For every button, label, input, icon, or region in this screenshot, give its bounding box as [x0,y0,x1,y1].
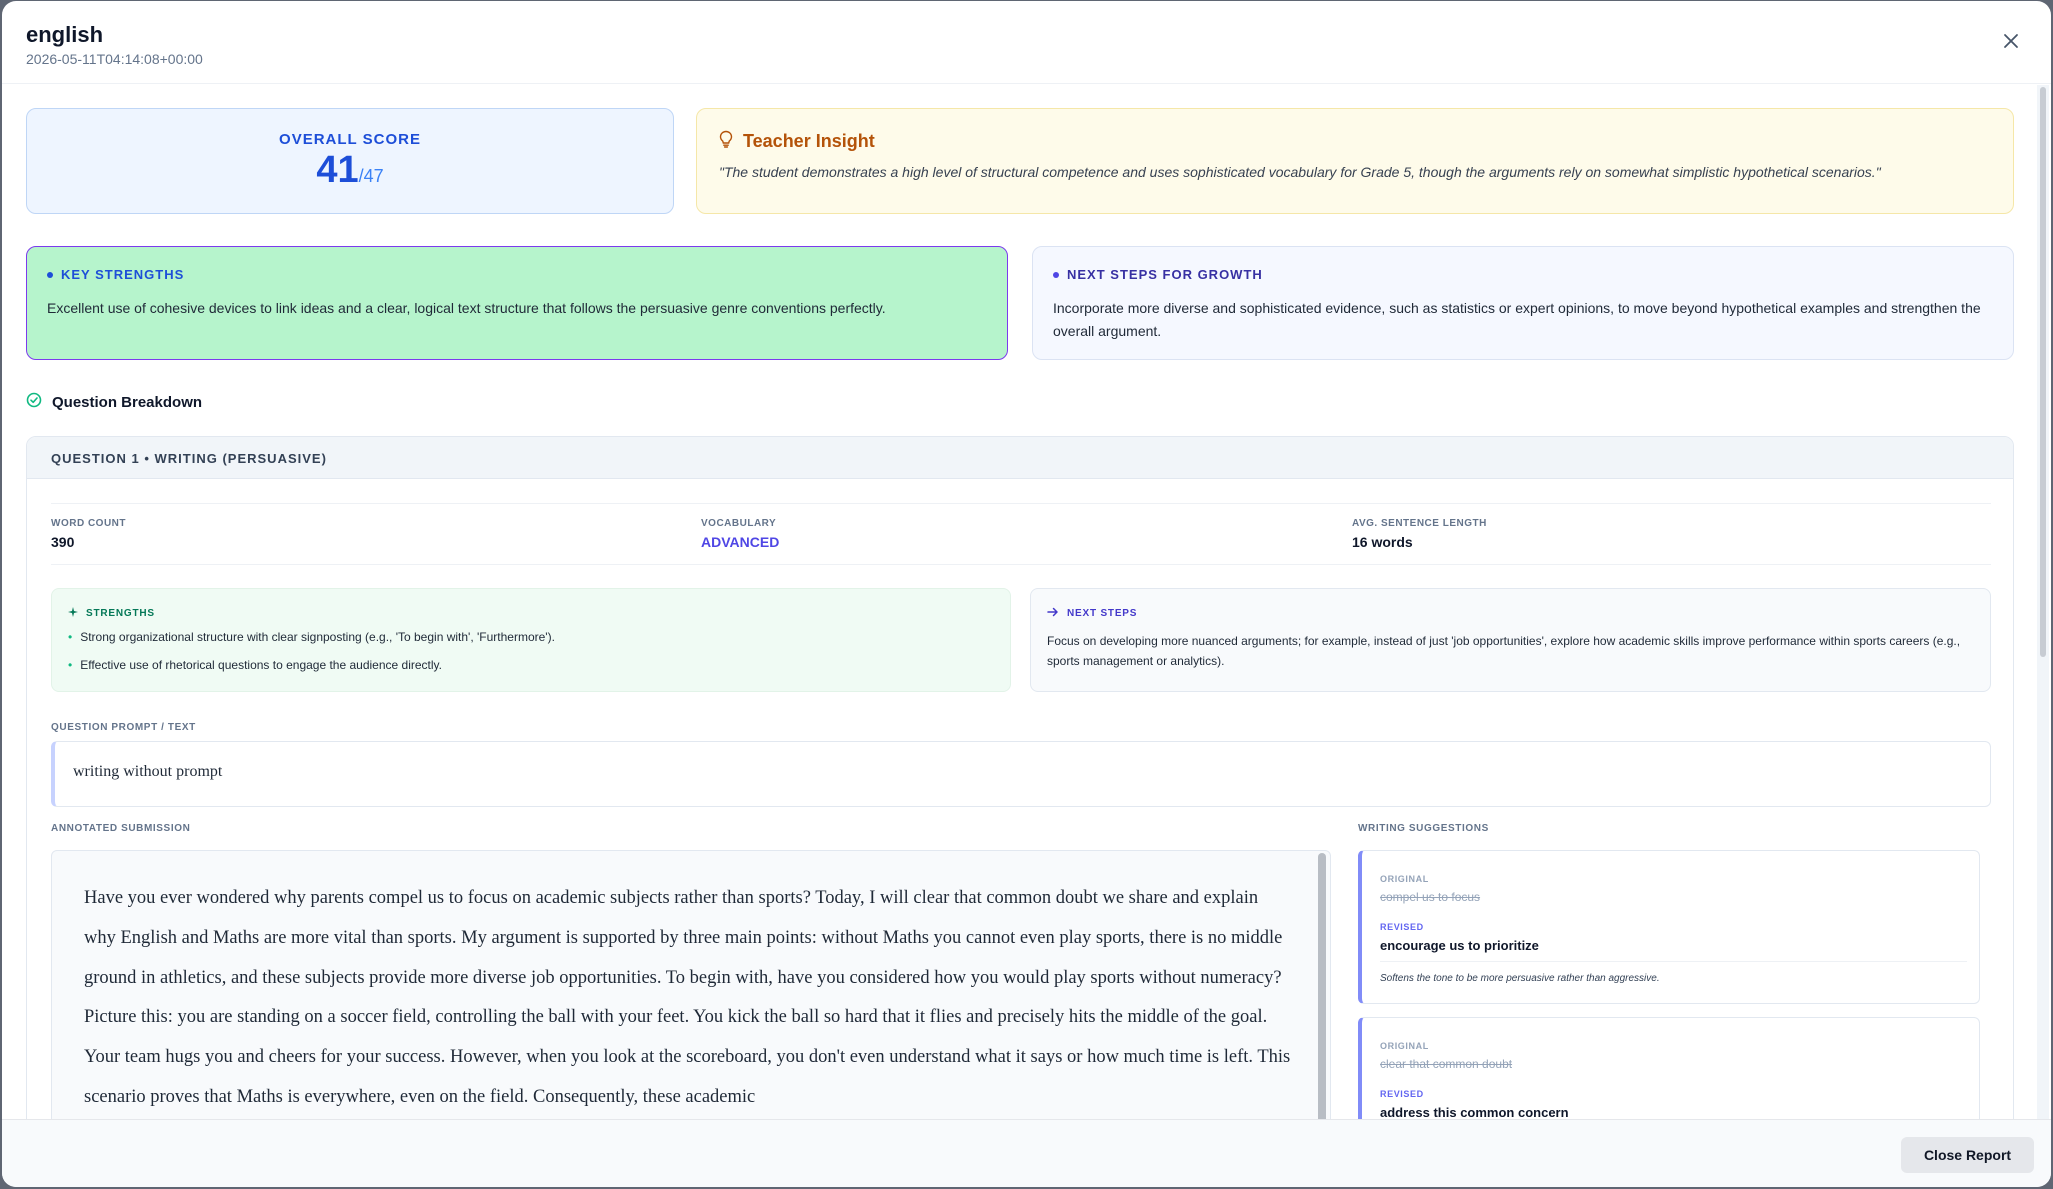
strength-text: Effective use of rhetorical questions to… [80,658,442,672]
growth-header: NEXT STEPS FOR GROWTH [1053,267,1263,282]
teacher-insight-quote: "The student demonstrates a high level o… [719,164,1881,180]
modal-header: english 2026-05-11T04:14:08+00:00 [2,1,2051,84]
annotated-submission[interactable]: Have you ever wondered why parents compe… [51,850,1331,1119]
list-item: • Effective use of rhetorical questions t… [68,658,442,672]
bullet-dot-icon: • [68,658,73,672]
scrollbar-thumb[interactable] [2040,87,2046,657]
overall-score-card: OVERALL SCORE 41/47 [26,108,674,214]
key-strengths-label: KEY STRENGTHS [61,267,185,282]
question-next-steps-text: Focus on developing more nuanced argumen… [1047,634,1961,668]
question-strengths-label: STRENGTHS [86,608,155,619]
prompt-label: QUESTION PROMPT / TEXT [51,722,196,733]
key-strengths-text: Excellent use of cohesive devices to lin… [47,300,886,316]
stat-value: 16 words [1352,534,1413,550]
key-strengths-card[interactable]: KEY STRENGTHS Excellent use of cohesive … [26,246,1008,360]
revised-text: encourage us to prioritize [1380,938,1539,953]
arrow-right-icon [1047,607,1059,620]
modal-title: english [26,22,104,47]
teacher-insight-card: Teacher Insight "The student demonstrate… [696,108,2014,214]
stat-value: 390 [51,534,75,550]
suggestion-card: ORIGINAL compel us to focus REVISED enco… [1358,850,1980,1004]
question-next-steps-panel: NEXT STEPS Focus on developing more nuan… [1030,588,1991,692]
key-strengths-header: KEY STRENGTHS [47,267,184,282]
score-total: /47 [358,166,384,186]
close-report-button[interactable]: Close Report [1901,1137,2034,1173]
stat-label: WORD COUNT [51,518,126,529]
next-steps-growth-card: NEXT STEPS FOR GROWTH Incorporate more d… [1032,246,2014,360]
lightbulb-icon [719,130,733,153]
teacher-insight-header: Teacher Insight [719,130,875,153]
sentence-length-stat: AVG. SENTENCE LENGTH 16 words [1352,518,1487,550]
strength-text: Strong organizational structure with cle… [80,630,555,644]
revised-text: address this common concern [1380,1105,1569,1119]
suggestion-card: ORIGINAL clear that common doubt REVISED… [1358,1017,1980,1119]
submission-scrollbar[interactable] [1318,853,1326,1119]
bullet-dot-icon [47,271,53,278]
revised-label: REVISED [1380,922,1424,932]
bullet-dot-icon: • [68,630,73,644]
vocabulary-stat: VOCABULARY ADVANCED [701,518,779,550]
revised-label: REVISED [1380,1089,1424,1099]
bullet-dot-icon [1053,271,1059,278]
growth-text: Incorporate more diverse and sophisticat… [1053,300,1981,339]
overall-score-value: 41/47 [27,150,673,198]
report-modal: english 2026-05-11T04:14:08+00:00 OVERAL… [2,1,2051,1187]
question-header: QUESTION 1 • WRITING (PERSUASIVE) [27,437,2013,479]
prompt-text: writing without prompt [51,741,1991,807]
question-breakdown-heading: Question Breakdown [26,392,202,412]
question-strengths-header: STRENGTHS [68,607,155,620]
stat-value: ADVANCED [701,534,780,550]
close-icon[interactable] [2001,31,2021,51]
stat-label: VOCABULARY [701,518,777,529]
modal-timestamp: 2026-05-11T04:14:08+00:00 [26,51,203,67]
teacher-insight-title: Teacher Insight [743,131,875,151]
question-strengths-panel: STRENGTHS • Strong organizational structu… [51,588,1011,692]
check-circle-icon [26,392,42,412]
divider [1380,961,1967,962]
modal-footer: Close Report [2,1119,2051,1187]
submission-text: Have you ever wondered why parents compe… [84,888,1291,1107]
question-stats: WORD COUNT 390 VOCABULARY ADVANCED AVG. … [51,503,1991,565]
list-item: • Strong organizational structure with cl… [68,630,555,644]
question-next-steps-header: NEXT STEPS [1047,607,1137,620]
stat-label: AVG. SENTENCE LENGTH [1352,518,1487,529]
original-label: ORIGINAL [1380,874,1429,884]
submission-label: ANNOTATED SUBMISSION [51,823,191,834]
modal-scrollbar[interactable] [2037,85,2049,1119]
question-card: QUESTION 1 • WRITING (PERSUASIVE) WORD C… [26,436,2014,1119]
question-next-steps-label: NEXT STEPS [1067,608,1138,619]
sparkle-icon [68,607,78,620]
suggestions-label: WRITING SUGGESTIONS [1358,823,1489,834]
original-text: clear that common doubt [1380,1057,1513,1071]
score-number: 41 [316,149,359,191]
word-count-stat: WORD COUNT 390 [51,518,126,550]
suggestion-note: Softens the tone to be more persuasive r… [1380,973,1660,984]
overall-score-label: OVERALL SCORE [279,131,421,148]
growth-label: NEXT STEPS FOR GROWTH [1067,267,1263,282]
original-label: ORIGINAL [1380,1041,1429,1051]
modal-body: OVERALL SCORE 41/47 Teacher Insight "The… [2,85,2035,1119]
question-breakdown-title: Question Breakdown [52,393,203,411]
original-text: compel us to focus [1380,890,1481,904]
